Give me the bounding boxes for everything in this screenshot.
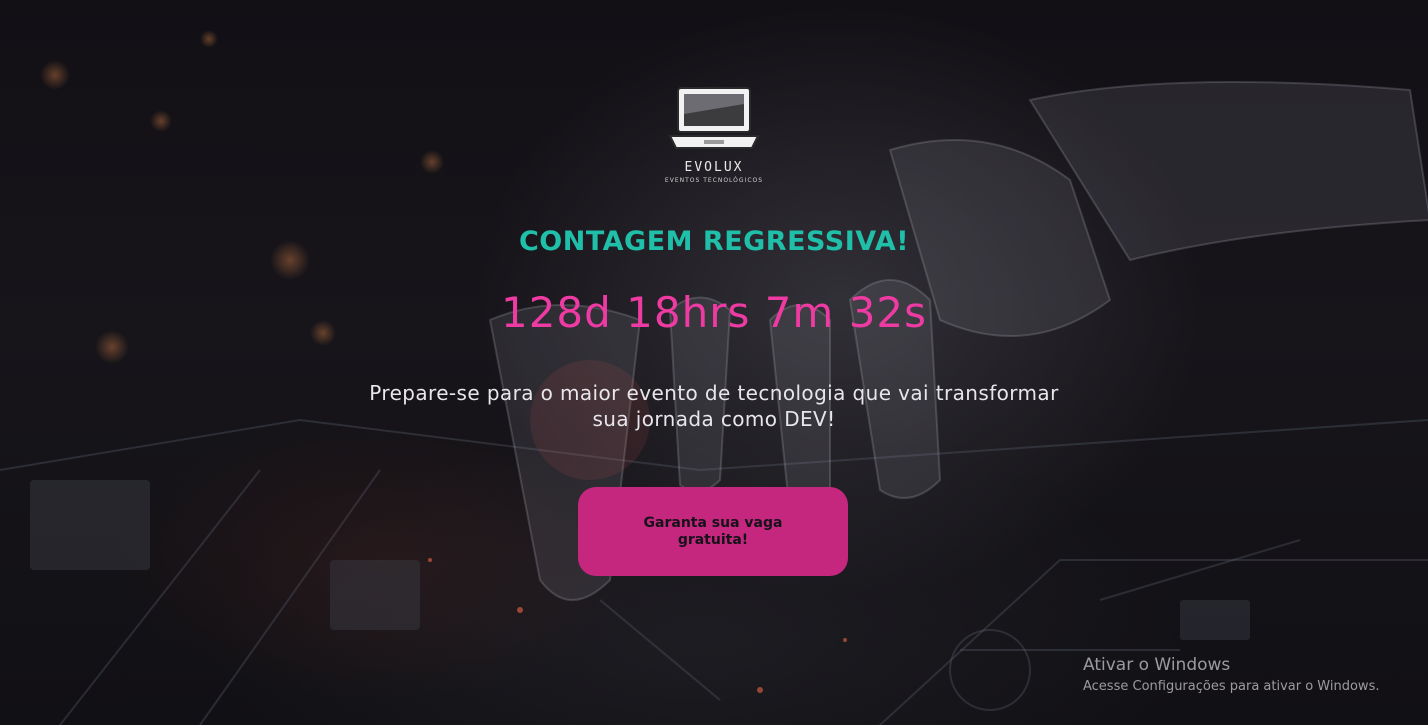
laptop-icon	[668, 87, 760, 149]
countdown-heading: CONTAGEM REGRESSIVA!	[518, 226, 910, 257]
event-tagline: Prepare-se para o maior evento de tecnol…	[369, 381, 1059, 431]
watermark-subtitle: Acesse Configurações para ativar o Windo…	[1083, 679, 1380, 694]
bokeh-light	[200, 30, 218, 48]
countdown-timer: 128d 18hrs 7m 32s	[500, 288, 928, 337]
windows-activation-watermark: Ativar o Windows Acesse Configurações pa…	[1083, 655, 1379, 694]
brand-subtitle: EVENTOS TECNOLÓGICOS	[664, 177, 764, 184]
watermark-title: Ativar o Windows	[1083, 655, 1231, 675]
brand-name: EVOLUX	[684, 160, 744, 175]
register-button[interactable]: Garanta sua vaga gratuita!	[578, 487, 848, 576]
hero-section: EVOLUX EVENTOS TECNOLÓGICOS CONTAGEM REG…	[0, 0, 1428, 725]
brand-logo: EVOLUX EVENTOS TECNOLÓGICOS	[0, 84, 1428, 184]
